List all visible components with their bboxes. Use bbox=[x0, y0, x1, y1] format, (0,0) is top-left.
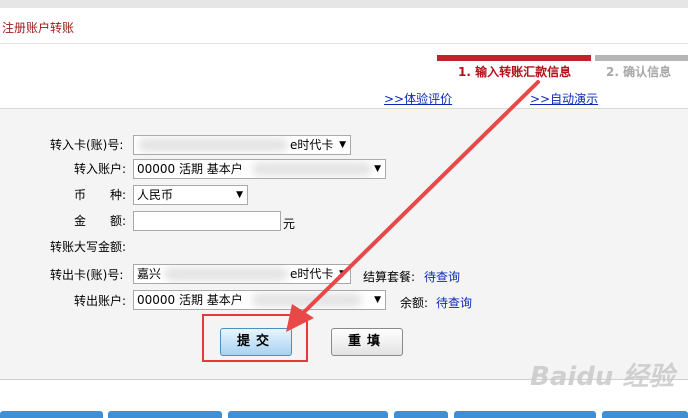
bottom-tab[interactable] bbox=[228, 411, 388, 418]
amount-label: 金 额: bbox=[74, 214, 127, 228]
redacted-blur bbox=[138, 138, 288, 152]
redacted-blur bbox=[252, 293, 362, 307]
reset-button[interactable]: 重填 bbox=[331, 328, 403, 356]
currency-value: 人民币 bbox=[137, 188, 174, 202]
bottom-tab-strip bbox=[0, 411, 688, 418]
card-in-label: 转入卡(账)号: bbox=[50, 138, 124, 152]
account-in-value: 00000 活期 基本户 bbox=[137, 162, 243, 176]
card-in-select[interactable]: e时代卡 ▼ bbox=[133, 135, 351, 155]
page-title: 注册账户转账 bbox=[2, 21, 75, 35]
account-in-label: 转入账户: bbox=[74, 162, 127, 176]
account-out-value: 00000 活期 基本户 bbox=[137, 293, 243, 307]
card-out-select[interactable]: 嘉兴 e时代卡 ▼ bbox=[133, 264, 351, 284]
chevron-down-icon: ▼ bbox=[374, 164, 381, 174]
submit-button[interactable]: 提交 bbox=[220, 328, 292, 356]
currency-select[interactable]: 人民币 ▼ bbox=[133, 185, 248, 205]
top-strip bbox=[0, 0, 688, 8]
step-label-input: 1. 输入转账汇款信息 bbox=[458, 65, 572, 79]
header-bar: 注册账户转账 bbox=[0, 8, 688, 44]
balance-label: 余额: bbox=[400, 296, 429, 310]
package-query-link[interactable]: 待查询 bbox=[424, 268, 460, 285]
chevron-down-icon: ▼ bbox=[236, 190, 243, 200]
step-label-confirm: 2. 确认信息 bbox=[606, 65, 672, 79]
card-in-value: e时代卡 bbox=[290, 138, 334, 152]
bottom-tab[interactable] bbox=[394, 411, 448, 418]
amount-input[interactable] bbox=[133, 211, 281, 231]
account-out-select[interactable]: 00000 活期 基本户 ▼ bbox=[133, 290, 386, 310]
account-in-select[interactable]: 00000 活期 基本户 ▼ bbox=[133, 159, 386, 179]
baidu-watermark: Baidu 经验 bbox=[530, 362, 675, 392]
chevron-down-icon: ▼ bbox=[339, 140, 346, 150]
account-out-label: 转出账户: bbox=[74, 294, 127, 308]
evaluate-link[interactable]: >>体验评价 bbox=[384, 90, 452, 107]
bottom-tab[interactable] bbox=[602, 411, 688, 418]
card-out-prefix: 嘉兴 bbox=[137, 267, 162, 281]
currency-label: 币 种: bbox=[74, 188, 127, 202]
step-progress-active bbox=[437, 55, 591, 61]
bottom-tab[interactable] bbox=[454, 411, 596, 418]
card-out-value: e时代卡 bbox=[290, 267, 334, 281]
balance-query-link[interactable]: 待查询 bbox=[436, 294, 472, 311]
chevron-down-icon: ▼ bbox=[339, 269, 346, 279]
package-label: 结算套餐: bbox=[363, 270, 416, 284]
step-progress-inactive bbox=[595, 55, 688, 61]
bottom-tab[interactable] bbox=[108, 411, 222, 418]
amount-unit: 元 bbox=[283, 217, 296, 231]
chevron-down-icon: ▼ bbox=[374, 295, 381, 305]
redacted-blur bbox=[164, 267, 288, 281]
card-out-label: 转出卡(账)号: bbox=[50, 268, 124, 282]
bottom-tab[interactable] bbox=[0, 411, 103, 418]
redacted-blur bbox=[252, 162, 372, 176]
amount-upper-label: 转账大写金额: bbox=[50, 240, 127, 254]
auto-demo-link[interactable]: >>自动演示 bbox=[530, 90, 598, 107]
